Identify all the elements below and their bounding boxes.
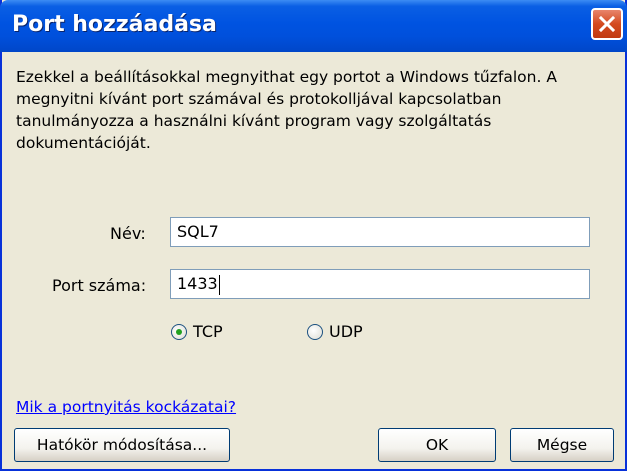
udp-radio[interactable]: UDP: [307, 322, 363, 341]
name-field[interactable]: SQL7: [170, 217, 590, 247]
title-bar[interactable]: Port hozzáadása: [0, 0, 627, 52]
name-value: SQL7: [177, 222, 219, 241]
port-number-label: Port száma:: [52, 276, 147, 295]
radio-selected-icon: [171, 323, 187, 340]
cancel-button[interactable]: Mégse: [510, 428, 614, 462]
tcp-label: TCP: [193, 322, 223, 341]
dialog-title: Port hozzáadása: [12, 12, 217, 37]
description-text: Ezekkel a beállításokkal megnyithat egy …: [16, 68, 557, 152]
port-risks-link[interactable]: Mik a portnyitás kockázatai?: [16, 398, 236, 416]
tcp-radio[interactable]: TCP: [171, 322, 223, 341]
ok-button[interactable]: OK: [378, 428, 496, 462]
add-port-dialog: Port hozzáadása Ezekkel a beállításokkal…: [0, 0, 627, 471]
close-icon: [599, 16, 615, 32]
port-number-field[interactable]: 1433: [170, 269, 590, 299]
udp-label: UDP: [329, 322, 363, 341]
port-number-value: 1433: [177, 274, 218, 293]
text-caret: [218, 274, 220, 295]
change-scope-button[interactable]: Hatókör módosítása...: [14, 428, 230, 462]
name-label: Név:: [110, 224, 146, 243]
close-button[interactable]: [591, 8, 623, 40]
radio-unselected-icon: [307, 323, 323, 340]
